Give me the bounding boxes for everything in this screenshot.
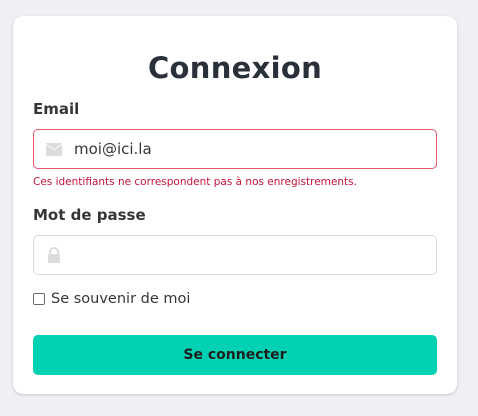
remember-me[interactable]: Se souvenir de moi: [33, 291, 190, 307]
lock-icon: [46, 247, 62, 263]
password-input[interactable]: [74, 236, 424, 274]
email-error-message: Ces identifiants ne correspondent pas à …: [33, 176, 357, 188]
login-card: Connexion Email Ces identifiants ne corr…: [13, 16, 457, 394]
password-label: Mot de passe: [33, 206, 146, 224]
login-button[interactable]: Se connecter: [33, 335, 437, 375]
email-label: Email: [33, 100, 80, 118]
email-field[interactable]: [33, 129, 437, 169]
page-title: Connexion: [147, 51, 323, 85]
envelope-icon: [46, 142, 62, 156]
password-field[interactable]: [33, 235, 437, 275]
remember-checkbox[interactable]: [33, 293, 45, 305]
remember-label: Se souvenir de moi: [51, 291, 191, 307]
email-input[interactable]: [74, 130, 424, 168]
